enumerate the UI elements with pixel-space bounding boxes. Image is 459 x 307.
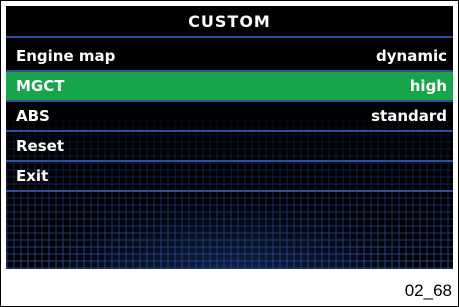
display-screen: CUSTOM Engine map dynamic MGCT high ABS … [6,6,453,269]
menu-item-exit[interactable]: Exit [6,162,453,192]
menu-item-label: Engine map [16,47,116,65]
menu-item-value: dynamic [376,47,447,65]
menu-item-label: MGCT [16,77,65,95]
menu-item-abs[interactable]: ABS standard [6,102,453,132]
menu-list: Engine map dynamic MGCT high ABS standar… [6,42,453,192]
menu-item-label: Reset [16,137,64,155]
menu-item-value: standard [371,107,447,125]
menu-item-label: Exit [16,167,49,185]
figure-caption: 02_68 [404,281,452,300]
menu-item-reset[interactable]: Reset [6,132,453,162]
menu-item-label: ABS [16,107,50,125]
figure-frame: CUSTOM Engine map dynamic MGCT high ABS … [0,0,459,307]
menu-item-mgct[interactable]: MGCT high [6,72,453,102]
menu-title-text: CUSTOM [188,11,271,31]
menu-item-value: high [409,77,447,95]
menu-title: CUSTOM [6,6,453,38]
menu-item-engine-map[interactable]: Engine map dynamic [6,42,453,72]
